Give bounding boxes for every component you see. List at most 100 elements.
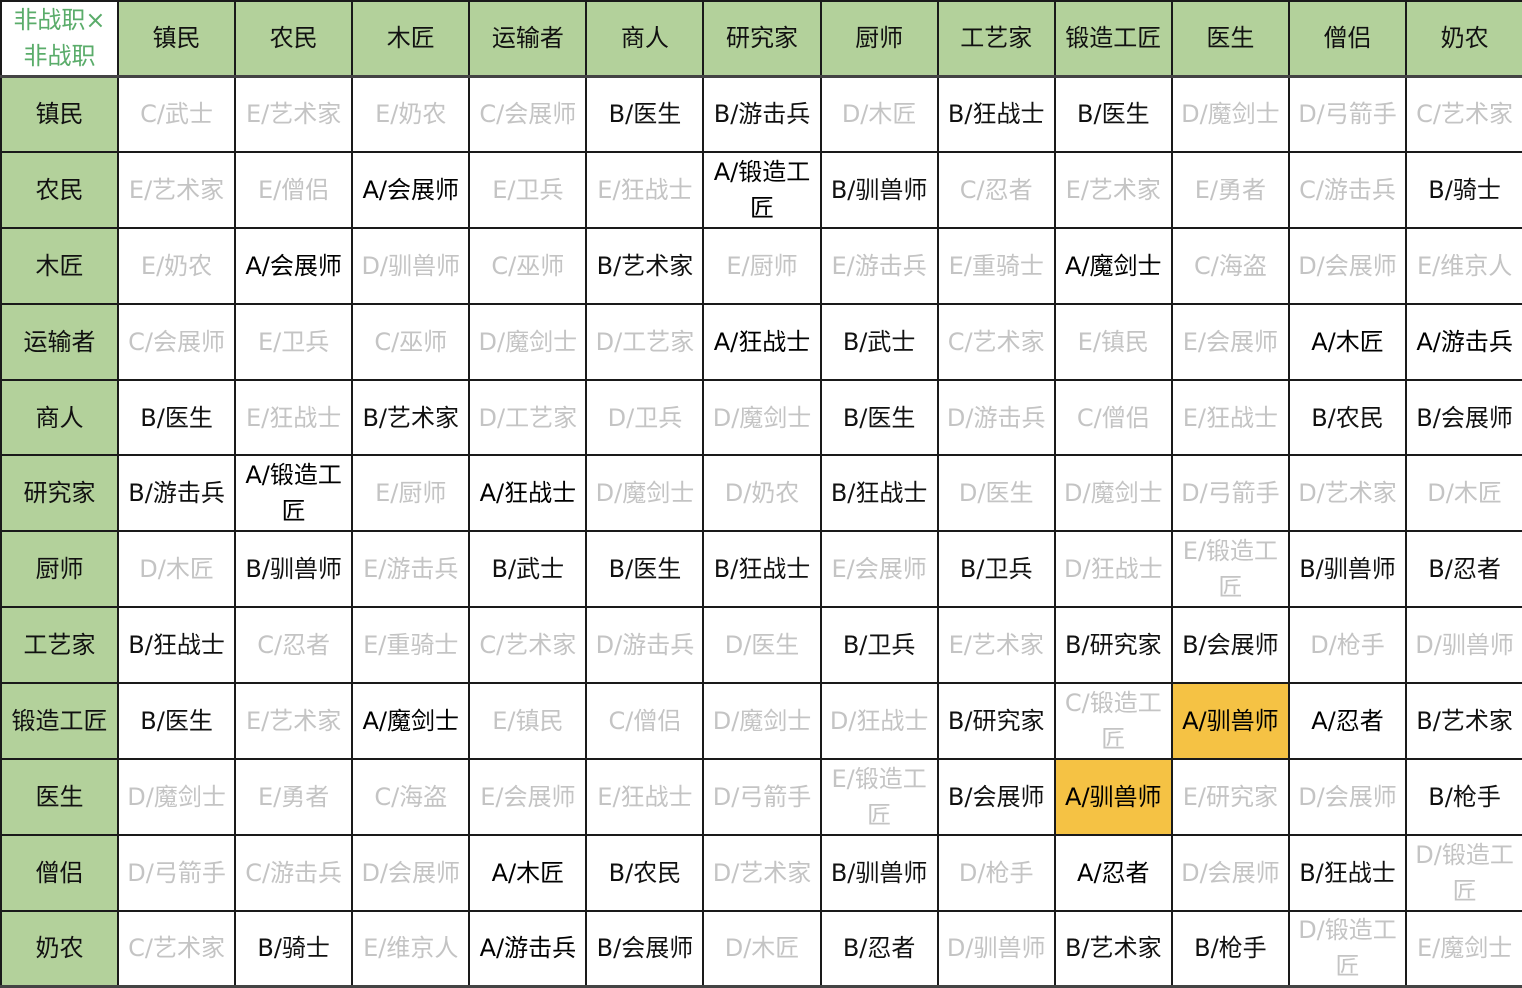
matrix-cell: B/卫兵 [936, 530, 1056, 609]
table-row: 农民 E/艺术家 E/僧侣 A/会展师 E/卫兵 E/狂战士 A/锻造工匠 B/驯兽师 C/忍者… [0, 150, 1522, 229]
matrix-cell: D/魔剑士 [1053, 454, 1173, 533]
matrix-cell: E/镇民 [468, 682, 588, 761]
matrix-cell: B/会展师 [1405, 378, 1522, 457]
matrix-cell: C/艺术家 [468, 606, 588, 685]
matrix-cell: C/会展师 [116, 302, 237, 381]
matrix-cell: E/维京人 [1405, 226, 1522, 305]
matrix-cell: A/游击兵 [1405, 302, 1522, 381]
matrix-cell: D/医生 [702, 606, 822, 685]
matrix-cell: C/锻造工匠 [1053, 682, 1173, 761]
matrix-cell: A/魔剑士 [351, 682, 471, 761]
matrix-cell: E/狂战士 [1170, 378, 1290, 457]
table-row: 厨师 D/木匠 B/驯兽师 E/游击兵 B/武士 B/医生 B/狂战士 E/会展师 B/卫兵 D/… [0, 530, 1522, 609]
matrix-cell: C/巫师 [351, 302, 471, 381]
matrix-cell: E/厨师 [702, 226, 822, 305]
matrix-cell: D/弓箭手 [116, 833, 237, 912]
table-row: 锻造工匠 B/医生 E/艺术家 A/魔剑士 E/镇民 C/僧侣 D/魔剑士 D/狂战士 B/研究… [0, 682, 1522, 761]
matrix-cell: C/艺术家 [936, 302, 1056, 381]
matrix-cell: B/骑士 [1405, 150, 1522, 229]
matrix-cell: A/会展师 [234, 226, 354, 305]
matrix-cell: B/会展师 [936, 758, 1056, 836]
matrix-cell: E/奶农 [116, 226, 237, 305]
matrix-cell: E/狂战士 [234, 378, 354, 457]
matrix-cell: B/狂战士 [819, 454, 939, 533]
matrix-cell: E/锻造工匠 [1170, 530, 1290, 609]
matrix-cell: E/厨师 [351, 454, 471, 533]
column-header: 奶农 [1405, 0, 1522, 78]
matrix-cell: B/农民 [1287, 378, 1408, 457]
matrix-cell: D/弓箭手 [1287, 75, 1408, 153]
matrix-cell: D/枪手 [1287, 606, 1408, 685]
matrix-cell: B/艺术家 [585, 226, 705, 305]
row-header: 农民 [0, 150, 119, 229]
table-row: 商人 B/医生 E/狂战士 B/艺术家 D/工艺家 D/卫兵 D/魔剑士 B/医生 D/游击兵 C… [0, 378, 1522, 457]
matrix-cell: A/游击兵 [468, 909, 588, 988]
matrix-cell: E/僧侣 [234, 150, 354, 229]
matrix-cell: B/狂战士 [936, 75, 1056, 153]
column-header: 厨师 [819, 0, 939, 78]
matrix-cell: A/锻造工匠 [234, 454, 354, 533]
matrix-cell: D/会展师 [1287, 758, 1408, 836]
matrix-cell: A/木匠 [1287, 302, 1408, 381]
matrix-cell: C/游击兵 [234, 833, 354, 912]
matrix-cell: B/医生 [585, 530, 705, 609]
matrix-cell: B/艺术家 [1405, 682, 1522, 761]
matrix-cell: B/武士 [819, 302, 939, 381]
matrix-cell: C/武士 [116, 75, 237, 153]
matrix-cell: D/驯兽师 [1405, 606, 1522, 685]
matrix-cell: A/驯兽师 [1053, 758, 1173, 836]
matrix-cell: A/忍者 [1053, 833, 1173, 912]
matrix-cell: D/魔剑士 [585, 454, 705, 533]
matrix-cell: D/弓箭手 [702, 758, 822, 836]
column-header: 研究家 [702, 0, 822, 78]
column-header: 僧侣 [1287, 0, 1408, 78]
matrix-cell: B/武士 [468, 530, 588, 609]
matrix-cell: D/木匠 [702, 909, 822, 988]
row-header: 研究家 [0, 454, 119, 533]
matrix-cell: D/枪手 [936, 833, 1056, 912]
matrix-cell: C/游击兵 [1287, 150, 1408, 229]
matrix-cell: D/艺术家 [702, 833, 822, 912]
table-row: 镇民 C/武士 E/艺术家 E/奶农 C/会展师 B/医生 B/游击兵 D/木匠 B/狂战士 B/… [0, 75, 1522, 153]
matrix-cell: C/会展师 [468, 75, 588, 153]
matrix-cell: B/医生 [585, 75, 705, 153]
matrix-cell: A/忍者 [1287, 682, 1408, 761]
matrix-cell: B/会展师 [585, 909, 705, 988]
matrix-cell: D/弓箭手 [1170, 454, 1290, 533]
matrix-cell: A/会展师 [351, 150, 471, 229]
row-header: 商人 [0, 378, 119, 457]
matrix-cell: D/奶农 [702, 454, 822, 533]
matrix-cell: B/医生 [1053, 75, 1173, 153]
matrix-cell: A/狂战士 [468, 454, 588, 533]
matrix-cell: B/狂战士 [116, 606, 237, 685]
matrix-cell: D/魔剑士 [468, 302, 588, 381]
matrix-cell: C/艺术家 [116, 909, 237, 988]
matrix-cell: B/驯兽师 [1287, 530, 1408, 609]
matrix-cell: E/艺术家 [1053, 150, 1173, 229]
table-row: 工艺家 B/狂战士 C/忍者 E/重骑士 C/艺术家 D/游击兵 D/医生 B/卫兵 E/艺术家… [0, 606, 1522, 685]
row-header: 工艺家 [0, 606, 119, 685]
matrix-cell: B/枪手 [1170, 909, 1290, 988]
matrix-cell: C/艺术家 [1405, 75, 1522, 153]
matrix-cell: D/狂战士 [819, 682, 939, 761]
matrix-cell: B/会展师 [1170, 606, 1290, 685]
row-header: 奶农 [0, 909, 119, 988]
matrix-cell: D/会展师 [351, 833, 471, 912]
matrix-cell: B/研究家 [1053, 606, 1173, 685]
matrix-cell: C/僧侣 [585, 682, 705, 761]
row-header: 僧侣 [0, 833, 119, 912]
matrix-cell: E/游击兵 [351, 530, 471, 609]
matrix-cell: D/锻造工匠 [1287, 909, 1408, 988]
matrix-cell: D/木匠 [1405, 454, 1522, 533]
row-header: 运输者 [0, 302, 119, 381]
matrix-cell: C/海盗 [1170, 226, 1290, 305]
matrix-cell: E/奶农 [351, 75, 471, 153]
matrix-cell: B/驯兽师 [234, 530, 354, 609]
matrix-cell: D/狂战士 [1053, 530, 1173, 609]
matrix-cell: A/魔剑士 [1053, 226, 1173, 305]
matrix-cell: B/农民 [585, 833, 705, 912]
table-row: 奶农 C/艺术家 B/骑士 E/维京人 A/游击兵 B/会展师 D/木匠 B/忍者 D/驯兽师 B… [0, 909, 1522, 988]
matrix-cell: D/会展师 [1170, 833, 1290, 912]
matrix-cell: C/海盗 [351, 758, 471, 836]
matrix-cell: B/游击兵 [702, 75, 822, 153]
